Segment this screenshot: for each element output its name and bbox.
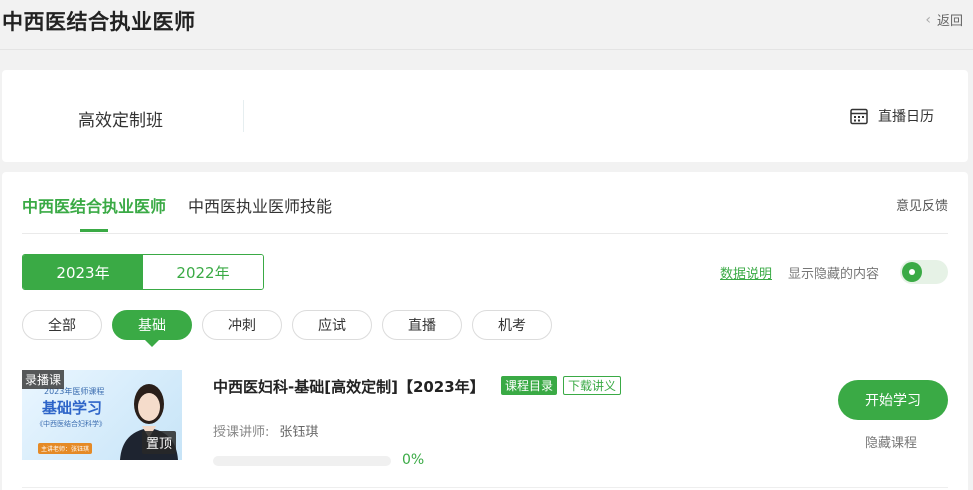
live-calendar-button[interactable]: 直播日历 bbox=[850, 106, 934, 126]
toggle-knob bbox=[902, 262, 922, 282]
tab-physician-skills[interactable]: 中西医执业医师技能 bbox=[188, 193, 332, 217]
course-catalog-button[interactable]: 课程目录 bbox=[501, 376, 558, 395]
hide-course-button[interactable]: 隐藏课程 bbox=[865, 432, 917, 451]
start-learning-button[interactable]: 开始学习 bbox=[838, 380, 948, 420]
calendar-label: 直播日历 bbox=[878, 109, 934, 125]
tabs-divider bbox=[22, 233, 948, 234]
row-divider bbox=[22, 487, 948, 488]
recorded-course-badge: 录播课 bbox=[22, 370, 65, 389]
active-tab-indicator bbox=[80, 229, 108, 232]
teacher-label: 授课讲师: bbox=[213, 425, 270, 440]
class-name[interactable]: 高效定制班 bbox=[78, 106, 163, 131]
download-handout-button[interactable]: 下载讲义 bbox=[563, 376, 622, 395]
thumb-teacher: 主讲老师：张钰琪 bbox=[38, 443, 93, 454]
back-label: 返回 bbox=[936, 14, 963, 29]
divider bbox=[243, 100, 244, 132]
thumb-subject: 《中西医结合妇科学》 bbox=[36, 420, 106, 428]
feedback-link[interactable]: 意见反馈 bbox=[896, 195, 948, 214]
calendar-icon bbox=[850, 108, 868, 125]
pin-to-top-button[interactable]: 置顶 bbox=[141, 431, 176, 454]
chevron-left-icon: ‹ bbox=[925, 11, 931, 28]
course-progress-text: 0% bbox=[402, 452, 425, 468]
top-bar: 中西医结合执业医师 ‹ 返回 bbox=[0, 0, 973, 50]
filter-basic[interactable]: 基础 bbox=[112, 310, 192, 340]
filter-live[interactable]: 直播 bbox=[382, 310, 462, 340]
back-button[interactable]: ‹ 返回 bbox=[925, 10, 963, 30]
teacher-info: 授课讲师: 张钰琪 bbox=[213, 421, 318, 440]
year-button-2023[interactable]: 2023年 bbox=[23, 255, 143, 289]
tab-integrated-physician[interactable]: 中西医结合执业医师 bbox=[22, 193, 166, 217]
filter-exam[interactable]: 应试 bbox=[292, 310, 372, 340]
filter-sprint[interactable]: 冲刺 bbox=[202, 310, 282, 340]
filter-computer-exam[interactable]: 机考 bbox=[472, 310, 552, 340]
course-thumbnail[interactable]: 2023年医师课程 基础学习 《中西医结合妇科学》 主讲老师：张钰琪 录播课 置… bbox=[22, 370, 182, 460]
data-explanation-link[interactable]: 数据说明 bbox=[720, 263, 772, 282]
teacher-name: 张钰琪 bbox=[279, 425, 319, 440]
thumb-heading: 基础学习 bbox=[42, 399, 103, 417]
course-progress-bar bbox=[213, 456, 391, 466]
year-button-2022[interactable]: 2022年 bbox=[143, 255, 263, 289]
page-title: 中西医结合执业医师 bbox=[2, 10, 196, 34]
show-hidden-label: 显示隐藏的内容 bbox=[788, 267, 880, 282]
course-title[interactable]: 中西医妇科-基础[高效定制]【2023年】 bbox=[213, 376, 485, 397]
class-card: 高效定制班 直播日历 bbox=[2, 70, 968, 162]
filter-all[interactable]: 全部 bbox=[22, 310, 102, 340]
active-filter-pointer bbox=[145, 340, 159, 347]
show-hidden-toggle[interactable] bbox=[900, 260, 948, 284]
year-selector: 2023年 2022年 bbox=[22, 254, 264, 290]
course-panel: 中西医结合执业医师 中西医执业医师技能 意见反馈 2023年 2022年 数据说… bbox=[2, 172, 968, 490]
